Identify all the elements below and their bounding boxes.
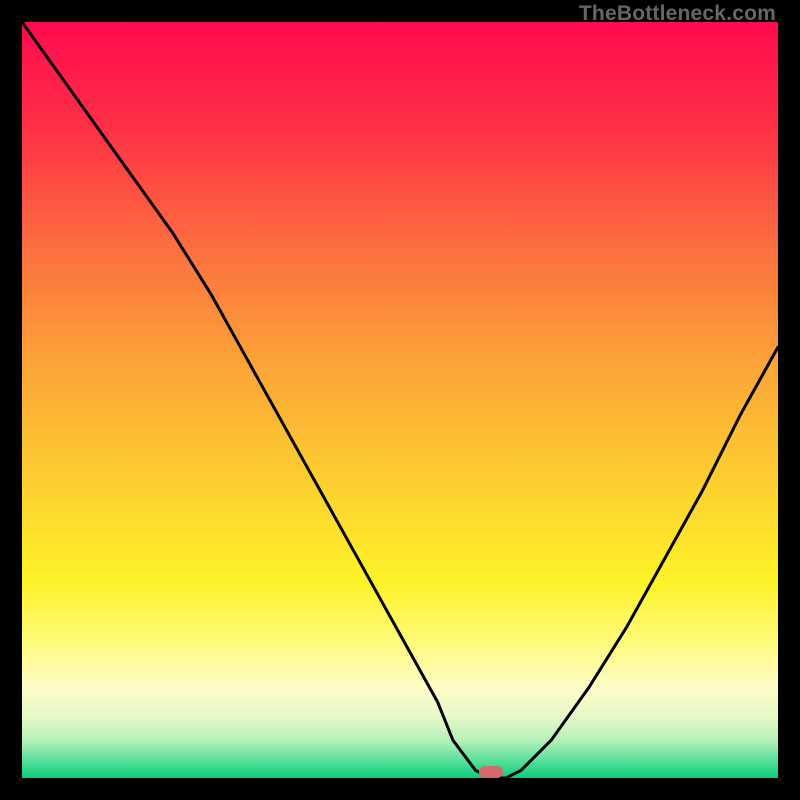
bottleneck-curve [22,22,778,778]
plot-area [22,22,778,778]
chart-frame: TheBottleneck.com [0,0,800,800]
optimal-point-marker [479,766,503,778]
